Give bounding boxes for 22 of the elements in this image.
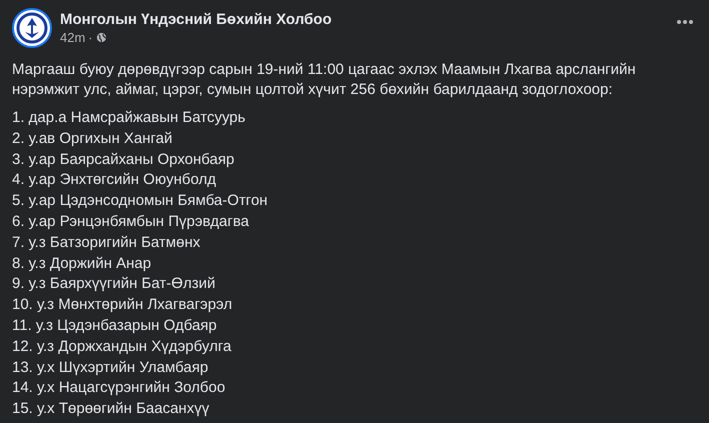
post-time[interactable]: 42m [60, 30, 86, 45]
list-item: 7. у.з Батзоригийн Батмөнх [12, 232, 202, 253]
separator: · [88, 30, 93, 45]
list-item: 13. у.х Шүхэртийн Уламбаяр [12, 358, 210, 378]
list-item: 11. у.з Цэдэнбазарын Одбаяр [12, 316, 218, 336]
list-item: 14. у.х Нацагсүрэнгийн Золбоо [12, 378, 226, 398]
more-options-icon[interactable] [677, 20, 693, 24]
logo-icon[interactable] [12, 8, 52, 48]
list-item: 6. у.ар Рэнцэнбямбын Пүрэвдагва [12, 212, 250, 232]
list-item: 4. у.ар Энхтөгсийн Оюунболд [12, 170, 217, 190]
list-item: 15. у.х Төрөөгийн Баасанхүү [12, 399, 210, 420]
globe-icon [96, 32, 107, 43]
list-item: 9. у.з Баярхүүгийн Бат-Өлзий [12, 274, 216, 294]
list-item: 10. у.з Мөнхтөрийн Лхагвагэрэл [12, 295, 234, 316]
list-item: 1. дар.а Намсрайжавын Батсуурь [12, 108, 246, 128]
list-item: 2. у.ав Оргихын Хангай [12, 128, 174, 149]
author-name[interactable]: Монголын Үндэсний Бөхийн Холбоо [60, 11, 669, 28]
list-item: 3. у.ар Баярсайханы Орхонбаяр [12, 150, 236, 170]
post-text: Маргааш буюу дөрөвдүгээр сарын 19-ний 11:00 цагаас эхлэх Маамын Лхагва арслангийн нэрэмжит улс, аймаг, цэрэг, сумын цолтой хүчит 256 бөхийн барилдаанд зодоглохоор: [12, 60, 637, 100]
list-item: 12. у.з Доржхандын Хүдэрбулга [12, 336, 232, 357]
list-item: 8. у.з Доржийн Анар [12, 254, 152, 274]
list-item: 5. у.ар Цэдэнсодномын Бямба-Отгон [12, 191, 269, 212]
